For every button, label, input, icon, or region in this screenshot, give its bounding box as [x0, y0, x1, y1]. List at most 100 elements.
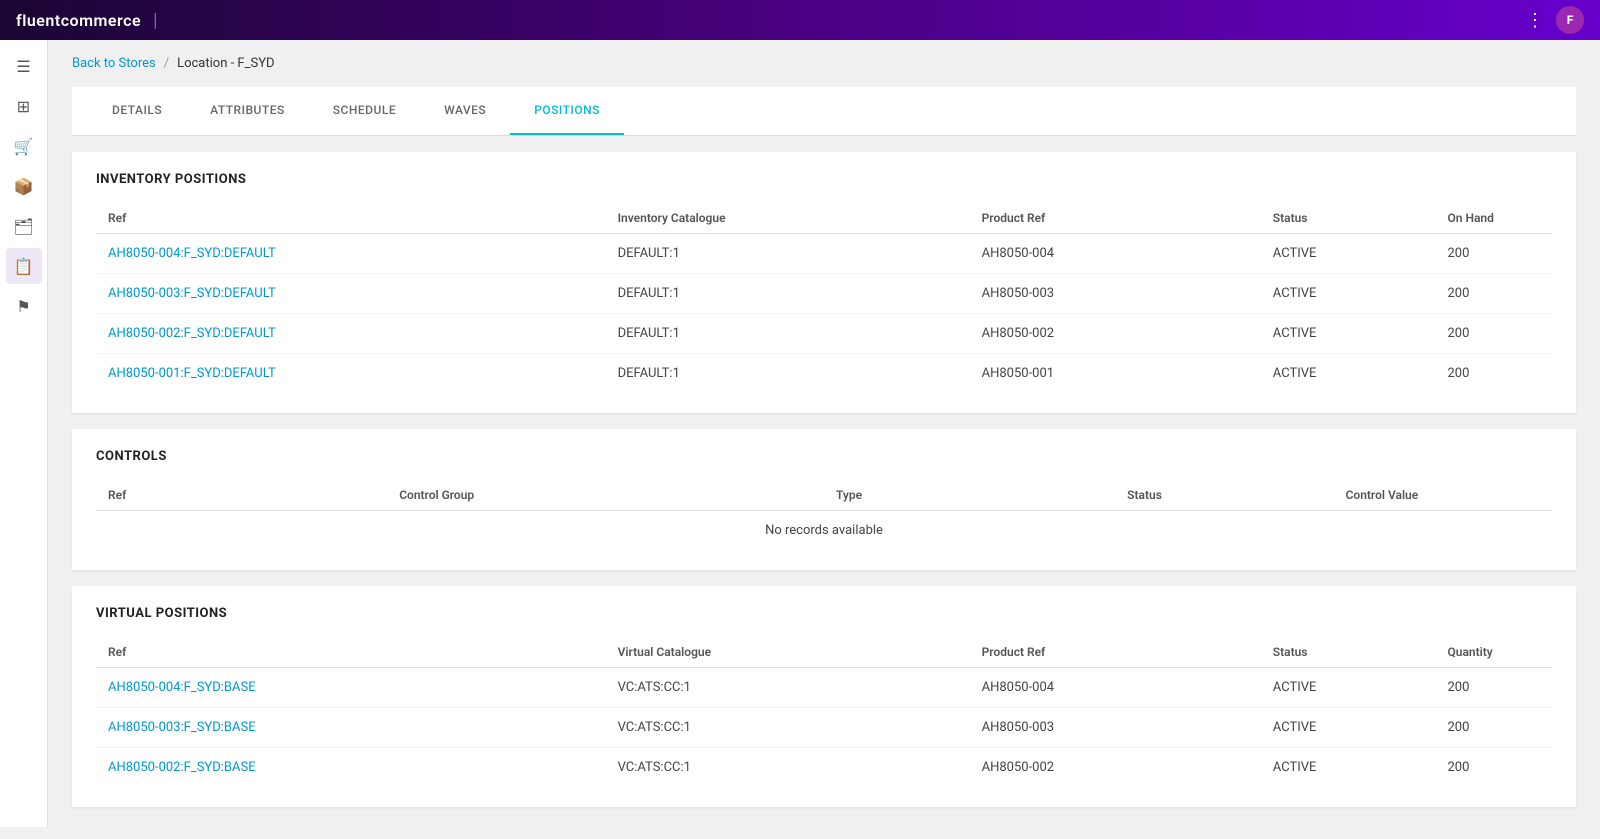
vp-catalogue-cell: VC:ATS:CC:1 [606, 708, 970, 748]
controls-no-records-row: No records available [96, 511, 1552, 551]
tab-waves[interactable]: WAVES [420, 87, 510, 135]
inventory-product-ref-cell: AH8050-003 [970, 274, 1261, 314]
inventory-ref-link[interactable]: AH8050-003:F_SYD:DEFAULT [108, 286, 276, 301]
user-avatar[interactable]: F [1556, 6, 1584, 34]
sidebar-item-settings[interactable]: ⚑ [6, 288, 42, 324]
virtual-positions-section: VIRTUAL POSITIONS Ref Virtual Catalogue … [72, 586, 1576, 807]
table-row: AH8050-002:F_SYD:BASE VC:ATS:CC:1 AH8050… [96, 748, 1552, 788]
tab-schedule[interactable]: SCHEDULE [309, 87, 420, 135]
inventory-on-hand-cell: 200 [1436, 314, 1553, 354]
col-header-virtual-catalogue: Virtual Catalogue [606, 637, 970, 668]
inventory-catalogue-cell: DEFAULT:1 [606, 314, 970, 354]
sidebar-item-inventory[interactable]: 🗂 [6, 208, 42, 244]
inventory-positions-section: INVENTORY POSITIONS Ref Inventory Catalo… [72, 152, 1576, 413]
controls-section: CONTROLS Ref Control Group Type Status C… [72, 429, 1576, 570]
vp-product-ref-cell: AH8050-002 [970, 748, 1261, 788]
table-row: AH8050-004:F_SYD:DEFAULT DEFAULT:1 AH805… [96, 234, 1552, 274]
col-header-controls-status: Status [1115, 480, 1333, 511]
inventory-status-cell: ACTIVE [1261, 354, 1436, 394]
inventory-on-hand-cell: 200 [1436, 234, 1553, 274]
table-row: AH8050-003:F_SYD:DEFAULT DEFAULT:1 AH805… [96, 274, 1552, 314]
vp-ref-link[interactable]: AH8050-003:F_SYD:BASE [108, 720, 256, 735]
main-content: Back to Stores / Location - F_SYD DETAIL… [48, 40, 1600, 839]
vp-quantity-cell: 200 [1436, 748, 1553, 788]
sidebar-item-stores[interactable]: 📋 [6, 248, 42, 284]
col-header-control-group: Control Group [387, 480, 824, 511]
inventory-ref-link[interactable]: AH8050-004:F_SYD:DEFAULT [108, 246, 276, 261]
table-row: AH8050-004:F_SYD:BASE VC:ATS:CC:1 AH8050… [96, 668, 1552, 708]
more-options-icon[interactable]: ⋮ [1526, 10, 1544, 31]
breadcrumb: Back to Stores / Location - F_SYD [72, 56, 1576, 71]
inventory-ref-link[interactable]: AH8050-001:F_SYD:DEFAULT [108, 366, 276, 381]
col-header-catalogue: Inventory Catalogue [606, 203, 970, 234]
inventory-on-hand-cell: 200 [1436, 354, 1553, 394]
sidebar-item-menu[interactable]: ☰ [6, 48, 42, 84]
tab-positions[interactable]: POSITIONS [510, 87, 624, 135]
col-header-control-value: Control Value [1334, 480, 1552, 511]
vp-product-ref-cell: AH8050-003 [970, 708, 1261, 748]
nav-left: fluentcommerce | [16, 10, 157, 31]
col-header-ref: Ref [96, 203, 606, 234]
vp-catalogue-cell: VC:ATS:CC:1 [606, 748, 970, 788]
breadcrumb-current: Location - F_SYD [177, 56, 274, 71]
col-header-product-ref: Product Ref [970, 203, 1261, 234]
controls-table: Ref Control Group Type Status Control Va… [96, 480, 1552, 550]
vp-status-cell: ACTIVE [1261, 748, 1436, 788]
virtual-positions-title: VIRTUAL POSITIONS [96, 606, 1552, 621]
inventory-positions-title: INVENTORY POSITIONS [96, 172, 1552, 187]
inventory-product-ref-cell: AH8050-001 [970, 354, 1261, 394]
breadcrumb-back-link[interactable]: Back to Stores [72, 56, 156, 71]
vp-ref-cell: AH8050-002:F_SYD:BASE [96, 748, 606, 788]
tab-attributes[interactable]: ATTRIBUTES [186, 87, 309, 135]
controls-title: CONTROLS [96, 449, 1552, 464]
inventory-on-hand-cell: 200 [1436, 274, 1553, 314]
virtual-positions-table: Ref Virtual Catalogue Product Ref Status… [96, 637, 1552, 787]
vp-catalogue-cell: VC:ATS:CC:1 [606, 668, 970, 708]
table-row: AH8050-003:F_SYD:BASE VC:ATS:CC:1 AH8050… [96, 708, 1552, 748]
breadcrumb-separator: / [164, 56, 169, 71]
top-nav: fluentcommerce | ⋮ F [0, 0, 1600, 40]
vp-ref-link[interactable]: AH8050-002:F_SYD:BASE [108, 760, 256, 775]
controls-header-row: Ref Control Group Type Status Control Va… [96, 480, 1552, 511]
vp-ref-cell: AH8050-003:F_SYD:BASE [96, 708, 606, 748]
settings-icon: ⚑ [16, 297, 30, 316]
col-header-controls-ref: Ref [96, 480, 387, 511]
tabs-container: DETAILS ATTRIBUTES SCHEDULE WAVES POSITI… [72, 87, 1576, 136]
col-header-quantity: Quantity [1436, 637, 1553, 668]
col-header-vp-ref: Ref [96, 637, 606, 668]
sidebar-item-orders[interactable]: 🛒 [6, 128, 42, 164]
table-row: AH8050-002:F_SYD:DEFAULT DEFAULT:1 AH805… [96, 314, 1552, 354]
sidebar-item-dashboard[interactable]: ⊞ [6, 88, 42, 124]
logo-divider: | [153, 10, 157, 31]
col-header-status: Status [1261, 203, 1436, 234]
tab-details[interactable]: DETAILS [88, 87, 186, 135]
products-icon: 📦 [14, 177, 34, 196]
vp-status-cell: ACTIVE [1261, 708, 1436, 748]
nav-right: ⋮ F [1526, 6, 1584, 34]
inventory-icon: 🗂 [13, 217, 33, 236]
inventory-status-cell: ACTIVE [1261, 234, 1436, 274]
inventory-ref-link[interactable]: AH8050-002:F_SYD:DEFAULT [108, 326, 276, 341]
col-header-on-hand: On Hand [1436, 203, 1553, 234]
inventory-ref-cell: AH8050-003:F_SYD:DEFAULT [96, 274, 606, 314]
vp-quantity-cell: 200 [1436, 708, 1553, 748]
vp-status-cell: ACTIVE [1261, 668, 1436, 708]
sidebar: ☰ ⊞ 🛒 📦 🗂 📋 ⚑ [0, 40, 48, 827]
logo: fluentcommerce [16, 11, 141, 30]
inventory-positions-table: Ref Inventory Catalogue Product Ref Stat… [96, 203, 1552, 393]
inventory-positions-header-row: Ref Inventory Catalogue Product Ref Stat… [96, 203, 1552, 234]
col-header-vp-product-ref: Product Ref [970, 637, 1261, 668]
table-row: AH8050-001:F_SYD:DEFAULT DEFAULT:1 AH805… [96, 354, 1552, 394]
inventory-ref-cell: AH8050-002:F_SYD:DEFAULT [96, 314, 606, 354]
col-header-type: Type [824, 480, 1115, 511]
inventory-catalogue-cell: DEFAULT:1 [606, 234, 970, 274]
dashboard-icon: ⊞ [17, 97, 30, 116]
inventory-ref-cell: AH8050-001:F_SYD:DEFAULT [96, 354, 606, 394]
inventory-status-cell: ACTIVE [1261, 274, 1436, 314]
sidebar-item-products[interactable]: 📦 [6, 168, 42, 204]
stores-icon: 📋 [14, 257, 34, 276]
orders-icon: 🛒 [14, 137, 34, 156]
inventory-product-ref-cell: AH8050-002 [970, 314, 1261, 354]
vp-ref-link[interactable]: AH8050-004:F_SYD:BASE [108, 680, 256, 695]
inventory-catalogue-cell: DEFAULT:1 [606, 274, 970, 314]
